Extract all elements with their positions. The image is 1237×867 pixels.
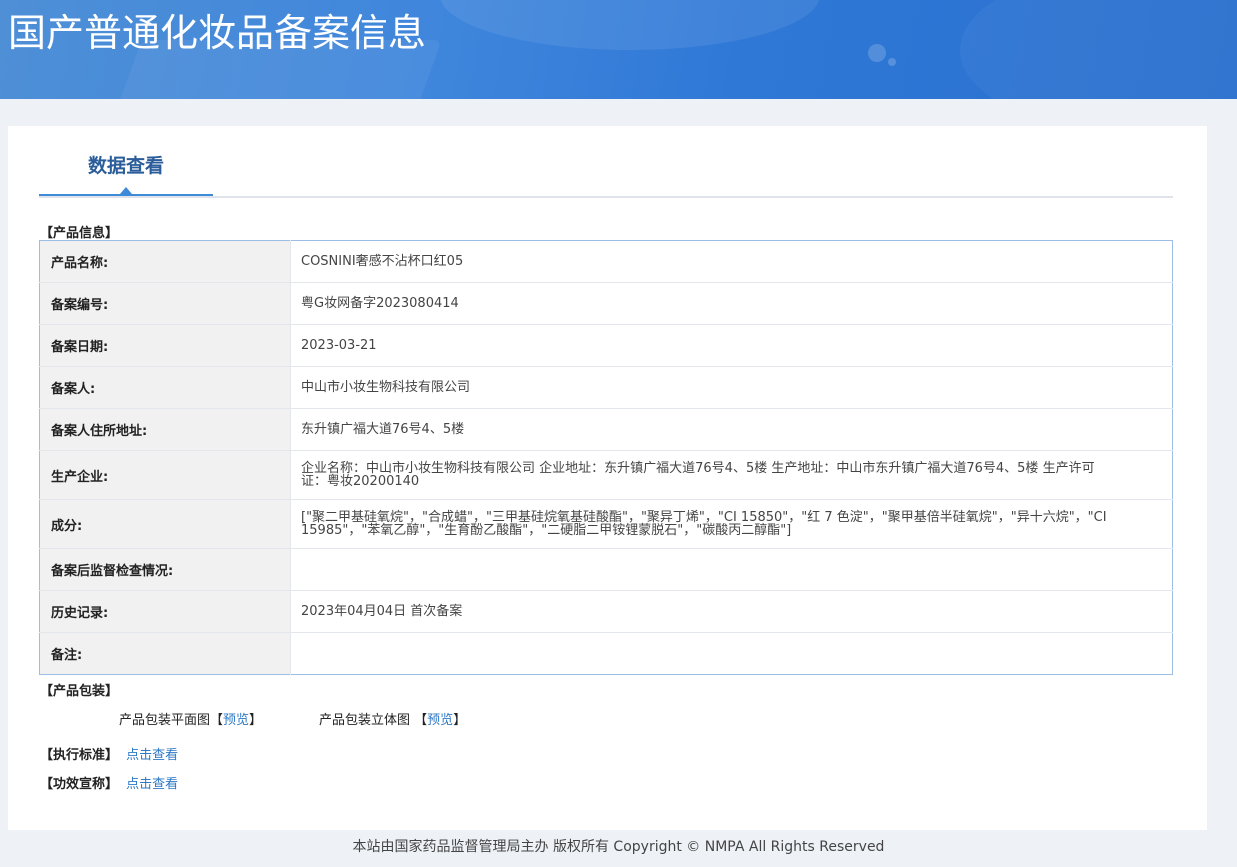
packaging-solid-row: 产品包装立体图 【预览】 xyxy=(319,709,466,728)
table-row: 备案人住所地址: 东升镇广福大道76号4、5楼 xyxy=(39,408,1173,451)
efficacy-heading: 【功效宣称】 xyxy=(40,777,119,792)
table-row: 历史记录: 2023年04月04日 首次备案 xyxy=(39,590,1173,633)
content-card: 数据查看 【产品信息】 产品名称: COSNINI奢感不沾杯口红05 备案编号: 粤G… xyxy=(8,126,1207,830)
efficacy-view-link[interactable]: 点击查看 xyxy=(126,777,178,792)
row-label: 历史记录: xyxy=(39,590,291,633)
row-value: 粤G妆网备字2023080414 xyxy=(290,282,1173,325)
table-row: 产品名称: COSNINI奢感不沾杯口红05 xyxy=(39,240,1173,283)
row-value: 企业名称：中山市小妆生物科技有限公司 企业地址：东升镇广福大道76号4、5楼 生… xyxy=(290,450,1173,500)
tab-label: 数据查看 xyxy=(87,155,164,177)
packaging-flat-label: 产品包装平面图 xyxy=(119,713,211,728)
banner-decoration xyxy=(868,44,886,62)
tab-caret-icon xyxy=(120,187,132,194)
packaging-heading: 【产品包装】 xyxy=(40,684,119,699)
row-label: 生产企业: xyxy=(39,450,291,500)
table-row: 备案编号: 粤G妆网备字2023080414 xyxy=(39,282,1173,325)
row-value: 2023年04月04日 首次备案 xyxy=(290,590,1173,633)
row-label: 备案编号: xyxy=(39,282,291,325)
standard-row: 【执行标准】 点击查看 xyxy=(40,744,178,763)
row-label: 备案后监督检查情况: xyxy=(39,548,291,591)
standard-view-link[interactable]: 点击查看 xyxy=(126,748,178,763)
row-value: 2023-03-21 xyxy=(290,324,1173,367)
row-label: 备案人住所地址: xyxy=(39,408,291,451)
bracket: 【 xyxy=(210,713,224,728)
table-row: 生产企业: 企业名称：中山市小妆生物科技有限公司 企业地址：东升镇广福大道76号4… xyxy=(39,450,1173,500)
row-value: COSNINI奢感不沾杯口红05 xyxy=(301,254,464,269)
table-row: 成分: ["聚二甲基硅氧烷"，"合成蜡"，"三甲基硅烷氧基硅酸酯"，"聚异丁烯"，… xyxy=(39,499,1173,549)
bracket: 】 xyxy=(453,713,467,728)
header-banner: 国产普通化妆品备案信息 xyxy=(0,0,1237,99)
table-row: 备案日期: 2023-03-21 xyxy=(39,324,1173,367)
tab-bar: 数据查看 xyxy=(39,126,1173,198)
standard-heading: 【执行标准】 xyxy=(40,748,119,763)
product-info-heading: 【产品信息】 xyxy=(40,226,119,241)
flat-preview-link[interactable]: 预览 xyxy=(223,713,249,728)
tab-data-view[interactable]: 数据查看 xyxy=(39,126,213,196)
row-label: 备案人: xyxy=(39,366,291,409)
footer-copyright: 本站由国家药品监督管理局主办 版权所有 Copyright © NMPA All… xyxy=(352,839,885,855)
banner-decoration xyxy=(440,0,820,50)
solid-preview-link[interactable]: 预览 xyxy=(427,713,453,728)
bracket: 【 xyxy=(414,713,428,728)
row-label: 成分: xyxy=(39,499,291,549)
row-label: 备案日期: xyxy=(39,324,291,367)
table-row: 备注: xyxy=(39,632,1173,675)
row-label: 备注: xyxy=(39,632,291,675)
page-title: 国产普通化妆品备案信息 xyxy=(8,11,427,55)
table-row: 备案人: 中山市小妆生物科技有限公司 xyxy=(39,366,1173,409)
efficacy-row: 【功效宣称】 点击查看 xyxy=(40,773,178,792)
banner-decoration xyxy=(960,0,1237,99)
table-row: 备案后监督检查情况: xyxy=(39,548,1173,591)
packaging-solid-label: 产品包装立体图 xyxy=(319,713,411,728)
row-value: ["聚二甲基硅氧烷"，"合成蜡"，"三甲基硅烷氧基硅酸酯"，"聚异丁烯"，"CI… xyxy=(290,499,1173,549)
packaging-flat-row: 产品包装平面图【预览】 xyxy=(119,709,262,728)
bracket: 】 xyxy=(249,713,263,728)
product-info-table: 产品名称: COSNINI奢感不沾杯口红05 备案编号: 粤G妆网备字20230804… xyxy=(39,240,1173,675)
row-value: 东升镇广福大道76号4、5楼 xyxy=(290,408,1173,451)
row-value xyxy=(290,548,1173,591)
row-value xyxy=(290,632,1173,675)
banner-decoration xyxy=(888,58,896,66)
row-value: 中山市小妆生物科技有限公司 xyxy=(290,366,1173,409)
row-label: 产品名称: xyxy=(39,240,291,283)
